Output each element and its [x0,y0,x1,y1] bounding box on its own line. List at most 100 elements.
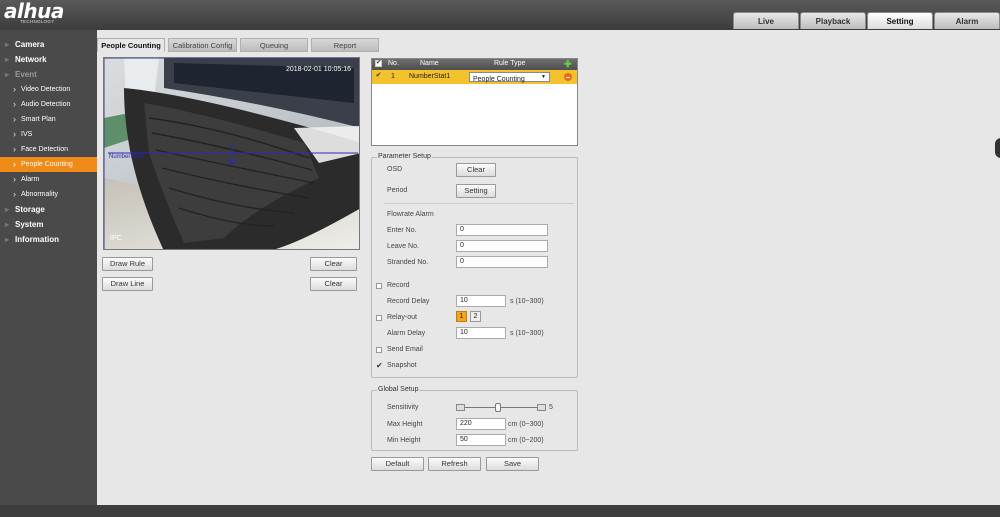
clear-line-button[interactable]: Clear [310,277,357,291]
period-setting-button[interactable]: Setting [456,184,496,198]
sidebar-item-camera[interactable]: Camera [0,37,97,52]
relay-out-label: Relay-out [387,314,417,321]
max-height-hint: cm (0~300) [508,421,544,428]
sensitivity-increase[interactable] [537,404,546,411]
video-rule-label: NumberStat1 [109,154,145,160]
relay-channel-1[interactable]: 1 [456,311,467,322]
relay-out-checkbox[interactable] [376,315,382,321]
record-delay-input[interactable]: 10 [456,295,506,307]
row-no: 1 [391,73,395,80]
sensitivity-decrease[interactable] [456,404,465,411]
send-email-label: Send Email [387,346,423,353]
sidebar-item-ivs[interactable]: IVS [0,127,97,142]
max-height-label: Max Height [387,421,423,428]
leave-no-input[interactable]: 0 [456,240,548,252]
sensitivity-slider-thumb[interactable] [495,403,501,412]
rule-type-select[interactable]: People Counting [469,72,550,83]
rule-type-value: People Counting [473,76,525,83]
stranded-no-label: Stranded No. [387,259,429,266]
content-panel: People Counting Calibration Config Queui… [97,30,1000,505]
sidebar-item-alarm[interactable]: Alarm [0,172,97,187]
send-email-checkbox[interactable] [376,347,382,353]
video-timestamp: 2018-02-01 10:05:16 [286,66,351,73]
top-bar: alhua TECHNOLOGY Live Playback Setting A… [0,0,1000,30]
delete-rule-icon[interactable] [564,73,572,81]
leave-no-label: Leave No. [387,243,419,250]
tab-alarm[interactable]: Alarm [934,12,1000,29]
sidebar-item-system[interactable]: System [0,217,97,232]
add-rule-icon[interactable]: ✚ [564,60,572,69]
divider [384,203,574,204]
refresh-button[interactable]: Refresh [428,457,481,471]
stranded-no-input[interactable]: 0 [456,256,548,268]
video-preview[interactable]: 2018-02-01 10:05:16 NumberStat1 IPC [103,57,360,250]
period-label: Period [387,187,408,194]
sidebar-item-network[interactable]: Network [0,52,97,67]
default-button[interactable]: Default [371,457,424,471]
parameter-setup-group: Parameter Setup OSD Clear Period Setting… [371,153,578,378]
header-name: Name [420,60,439,67]
parameter-setup-legend: Parameter Setup [377,153,432,160]
draw-line-button[interactable]: Draw Line [102,277,153,291]
sidebar-item-information[interactable]: Information [0,232,97,247]
sidebar-item-video-detection[interactable]: Video Detection [0,82,97,97]
enter-no-input[interactable]: 0 [456,224,548,236]
sensitivity-value: 5 [549,404,553,411]
side-scroll-handle[interactable] [995,138,1000,158]
brand-logo: alhua TECHNOLOGY [4,1,64,24]
enter-no-label: Enter No. [387,227,417,234]
min-height-label: Min Height [387,437,421,444]
select-all-checkbox[interactable]: ✔ [375,60,382,67]
alarm-delay-input[interactable]: 10 [456,327,506,339]
alarm-delay-label: Alarm Delay [387,330,426,337]
sidebar: Camera Network Event Video Detection Aud… [0,30,97,505]
osd-clear-button[interactable]: Clear [456,163,496,177]
header-no: No. [388,60,399,67]
max-height-input[interactable]: 220 [456,418,506,430]
save-button[interactable]: Save [486,457,539,471]
bottom-bar [0,505,1000,517]
sensitivity-label: Sensitivity [387,404,419,411]
record-label: Record [387,282,410,289]
clear-rule-button[interactable]: Clear [310,257,357,271]
video-channel-label: IPC [110,235,122,242]
snapshot-checkbox[interactable]: ✔ [376,362,383,370]
flowrate-alarm-label: Flowrate Alarm [387,211,434,218]
sidebar-item-smart-plan[interactable]: Smart Plan [0,112,97,127]
record-checkbox[interactable] [376,283,382,289]
rule-table-header: ✔ No. Name Rule Type ✚ [372,59,577,70]
tab-calibration-config[interactable]: Calibration Config [168,38,237,52]
alarm-delay-hint: s (10~300) [510,330,544,337]
min-height-hint: cm (0~200) [508,437,544,444]
tab-report[interactable]: Report [311,38,379,52]
sidebar-item-audio-detection[interactable]: Audio Detection [0,97,97,112]
sidebar-item-storage[interactable]: Storage [0,202,97,217]
min-height-input[interactable]: 50 [456,434,506,446]
tab-queuing[interactable]: Queuing [240,38,308,52]
sidebar-item-abnormality[interactable]: Abnormality [0,187,97,202]
table-row[interactable]: ✔ 1 NumberStat1 People Counting [372,70,577,84]
tab-people-counting[interactable]: People Counting [97,38,165,52]
header-rule-type: Rule Type [494,60,526,67]
global-setup-group: Global Setup Sensitivity 5 Max Height 22… [371,386,578,451]
main-tabs: Live Playback Setting Alarm [733,12,1000,29]
global-setup-legend: Global Setup [377,386,420,393]
record-delay-hint: s (10~300) [510,298,544,305]
row-name: NumberStat1 [409,73,451,80]
rule-table: ✔ No. Name Rule Type ✚ ✔ 1 NumberStat1 P… [371,58,578,146]
record-delay-label: Record Delay [387,298,430,305]
tab-live[interactable]: Live [733,12,799,29]
relay-channel-2[interactable]: 2 [470,311,481,322]
tab-playback[interactable]: Playback [800,12,866,29]
sidebar-item-people-counting[interactable]: People Counting [0,157,97,172]
draw-rule-button[interactable]: Draw Rule [102,257,153,271]
logo-text: alhua [4,0,64,23]
sidebar-item-event[interactable]: Event [0,67,97,82]
tab-setting[interactable]: Setting [867,12,933,29]
osd-label: OSD [387,166,403,173]
row-checkbox[interactable]: ✔ [375,72,382,80]
sidebar-item-face-detection[interactable]: Face Detection [0,142,97,157]
snapshot-label: Snapshot [387,362,417,369]
sensitivity-slider[interactable] [465,407,537,408]
sub-tabs: People Counting Calibration Config Queui… [97,38,379,52]
